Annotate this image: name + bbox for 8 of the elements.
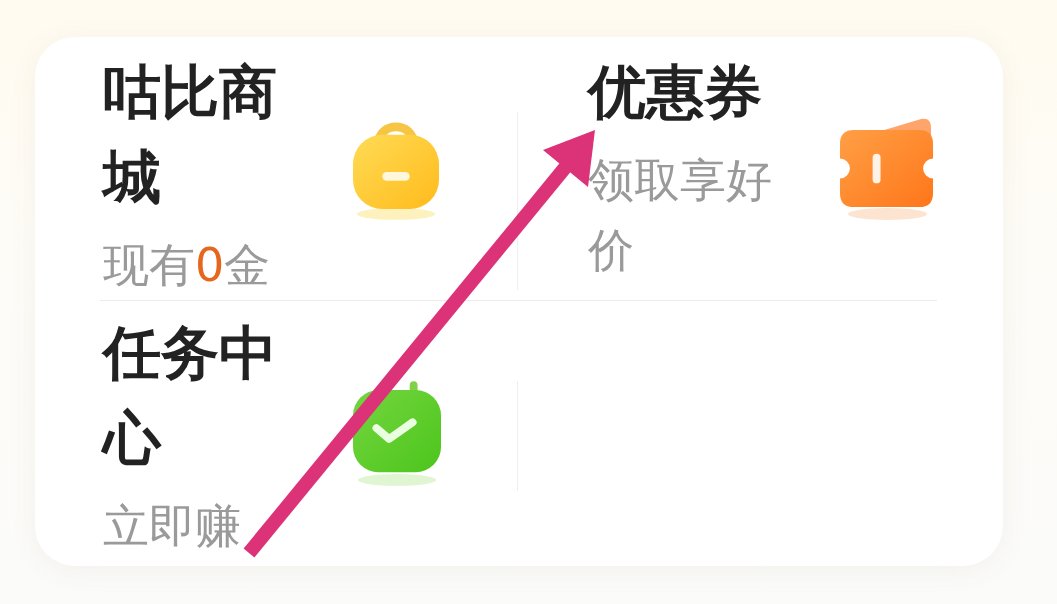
shortcut-title[interactable]: 任务中心 bbox=[103, 311, 318, 481]
shortcut-subtitle: 立即赚 bbox=[103, 498, 242, 555]
shortcut-subtitle: 现有0金 bbox=[103, 237, 272, 294]
shortcut-subtitle: 领取享好价 bbox=[588, 152, 773, 279]
shortcut-title[interactable]: 优惠券 bbox=[588, 50, 803, 135]
ticket-icon bbox=[838, 116, 935, 221]
shortcut-title[interactable]: 咕比商城 bbox=[103, 50, 318, 220]
checkmark-icon bbox=[352, 380, 442, 487]
